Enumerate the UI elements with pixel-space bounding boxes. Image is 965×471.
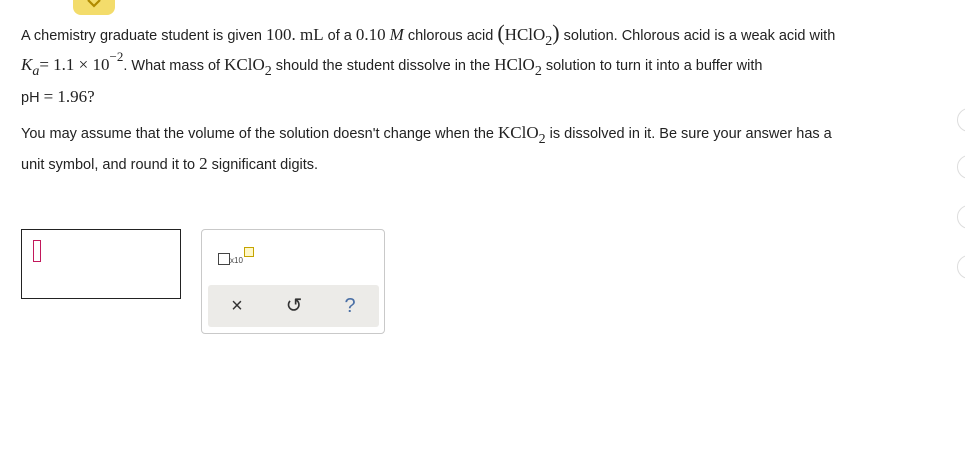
text: should the student dissolve in the — [271, 58, 495, 74]
ka-subscript: a — [32, 64, 40, 79]
text: unit symbol, and round it to — [21, 157, 200, 173]
x10-label: x10 — [230, 256, 243, 265]
salt-subscript: 2 — [538, 132, 546, 147]
help-button[interactable]: ? — [336, 292, 364, 320]
sig-digits-value: 2 — [199, 154, 208, 173]
question-line-3: pH = 1.96? — [21, 87, 95, 107]
side-nav-button[interactable] — [957, 255, 965, 279]
text: solution to turn it into a buffer with — [541, 58, 763, 74]
question-line-5: unit symbol, and round it to 2 significa… — [21, 154, 318, 174]
help-icon: ? — [344, 295, 356, 317]
question-line-2: Ka= 1.1 × 10−2. What mass of KClO2 shoul… — [21, 49, 763, 79]
ph-label: pH — [21, 90, 40, 106]
side-nav-button[interactable] — [957, 108, 965, 132]
text: of a — [323, 28, 356, 44]
acid-subscript: 2 — [534, 64, 542, 79]
ka-exponent: −2 — [109, 49, 124, 64]
text: You may assume that the volume of the so… — [21, 126, 499, 142]
text: is dissolved in it. Be sure your answer … — [545, 126, 832, 142]
exponent-box-icon — [244, 247, 254, 257]
toolbar-button-row: × ↺ ? — [208, 285, 379, 327]
text: chlorous acid — [403, 28, 498, 44]
salt-formula: KClO — [498, 123, 539, 142]
question-line-1: A chemistry graduate student is given 10… — [21, 20, 836, 49]
volume-value: 100. mL — [266, 25, 324, 44]
chevron-down-icon — [87, 0, 101, 8]
acid-formula: HClO — [494, 55, 535, 74]
ph-value: = 1.96? — [43, 87, 95, 106]
base-box-icon — [218, 253, 230, 265]
molarity-unit: M — [389, 25, 404, 44]
salt-formula: KClO — [224, 55, 265, 74]
text: A chemistry graduate student is given — [21, 28, 267, 44]
undo-button[interactable]: ↺ — [280, 292, 308, 320]
question-line-4: You may assume that the volume of the so… — [21, 123, 832, 147]
acid-formula: HClO — [504, 25, 546, 44]
concentration-value: 0.10 — [355, 25, 386, 44]
undo-icon: ↺ — [285, 295, 303, 317]
paren-close: ) — [552, 20, 560, 45]
side-nav-button[interactable] — [957, 155, 965, 179]
answer-input[interactable] — [21, 229, 181, 299]
acid-subscript: 2 — [545, 34, 553, 49]
side-nav-button[interactable] — [957, 205, 965, 229]
text-cursor — [33, 240, 41, 262]
ka-value: = 1.1 × 10 — [39, 55, 110, 74]
answer-toolbar: x10 × ↺ ? — [201, 229, 385, 334]
text: . What mass of — [123, 58, 225, 74]
scientific-notation-button[interactable]: x10 — [216, 247, 256, 269]
clear-button[interactable]: × — [223, 292, 251, 320]
salt-subscript: 2 — [264, 64, 272, 79]
ka-symbol: K — [21, 55, 33, 74]
paren-open: ( — [497, 20, 505, 45]
text: solution. Chlorous acid is a weak acid w… — [559, 28, 836, 44]
collapse-tab[interactable] — [73, 0, 115, 15]
close-icon: × — [231, 295, 243, 317]
text: significant digits. — [207, 157, 319, 173]
